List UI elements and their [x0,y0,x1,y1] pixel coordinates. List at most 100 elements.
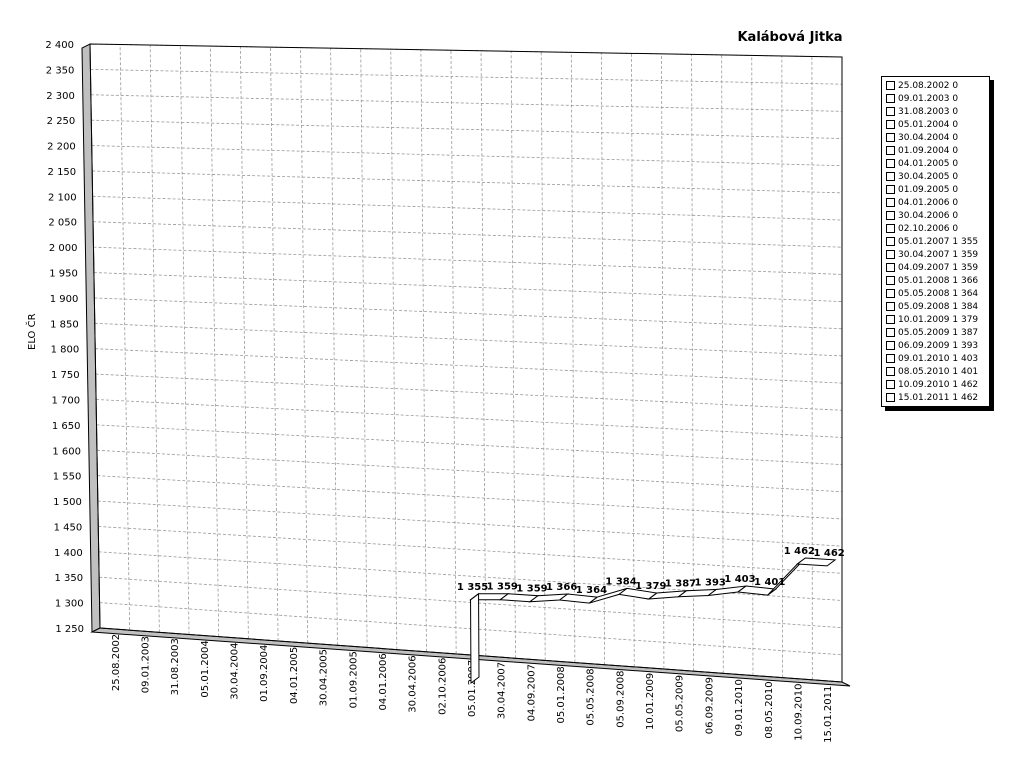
y-tick-label: 1 650 [52,421,81,432]
y-tick-label: 1 850 [50,319,79,330]
legend-item: 15.01.2011 1 462 [882,391,989,404]
legend-label: 05.09.2008 1 384 [898,301,979,312]
data-label: 1 401 [754,577,785,588]
legend-swatch [886,94,895,103]
legend-item: 08.05.2010 1 401 [882,365,989,378]
legend-label: 01.09.2004 0 [898,145,959,156]
legend-swatch [886,328,895,337]
legend-item: 05.01.2004 0 [882,118,989,131]
y-tick-label: 2 150 [48,167,77,178]
legend-label: 15.01.2011 1 462 [898,392,979,403]
data-label: 1 366 [546,582,577,593]
legend-item: 10.01.2009 1 379 [882,313,989,326]
y-tick-label: 1 450 [54,522,83,533]
legend-swatch [886,172,895,181]
y-tick-label: 1 300 [55,599,84,610]
legend-label: 05.05.2008 1 364 [898,288,979,299]
legend-swatch [886,237,895,246]
data-label: 1 355 [457,582,488,593]
legend-swatch [886,133,895,142]
x-tick-label: 30.04.2006 [408,655,419,712]
x-tick-label: 09.01.2010 [734,679,745,736]
chart-legend: 25.08.2002 0 09.01.2003 0 31.08.2003 0 05.0… [881,76,990,407]
x-tick-label: 04.09.2007 [526,664,537,721]
legend-item: 09.01.2010 1 403 [882,352,989,365]
legend-swatch [886,341,895,350]
legend-swatch [886,289,895,298]
x-tick-label: 01.09.2005 [348,651,359,708]
y-tick-label: 2 400 [45,40,74,51]
y-tick-label: 1 350 [54,573,83,584]
legend-swatch [886,250,895,259]
y-tick-label: 1 700 [51,395,80,406]
x-tick-label: 30.04.2004 [230,642,241,699]
legend-item: 31.08.2003 0 [882,105,989,118]
x-tick-label: 30.04.2005 [319,649,330,706]
legend-label: 30.04.2006 0 [898,210,959,221]
x-tick-label: 05.05.2008 [586,668,597,725]
series-drop [470,592,480,684]
x-tick-label: 05.05.2009 [675,675,686,732]
legend-swatch [886,380,895,389]
legend-label: 01.09.2005 0 [898,184,959,195]
y-tick-label: 2 350 [46,65,75,76]
data-label: 1 462 [784,546,815,557]
legend-item: 06.09.2009 1 393 [882,339,989,352]
y-tick-label: 1 250 [55,624,84,635]
legend-item: 02.10.2006 0 [882,222,989,235]
data-label: 1 403 [724,574,755,585]
y-tick-label: 1 800 [51,345,80,356]
data-label: 1 393 [695,577,726,588]
legend-item: 09.01.2003 0 [882,92,989,105]
y-tick-label: 2 100 [48,192,77,203]
legend-item: 05.01.2007 1 355 [882,235,989,248]
data-label: 1 359 [516,584,547,595]
legend-item: 01.09.2005 0 [882,183,989,196]
legend-swatch [886,107,895,116]
x-tick-label: 10.01.2009 [645,673,656,730]
x-tick-label: 02.10.2006 [437,658,448,715]
legend-label: 05.05.2009 1 387 [898,327,979,338]
series-segment [795,557,837,567]
legend-label: 10.01.2009 1 379 [898,314,979,325]
x-tick-label: 05.01.2004 [200,640,211,697]
legend-label: 30.04.2005 0 [898,171,959,182]
legend-label: 09.01.2003 0 [898,93,959,104]
data-label: 1 364 [576,585,607,596]
legend-swatch [886,224,895,233]
chart-plot: 1 250 1 300 1 350 1 400 1 450 1 500 1 550 1 600… [45,40,851,743]
legend-label: 05.01.2004 0 [898,119,959,130]
legend-item: 01.09.2004 0 [882,144,989,157]
legend-label: 25.08.2002 0 [898,80,959,91]
x-tick-label: 05.09.2008 [615,671,626,728]
legend-swatch [886,185,895,194]
legend-item: 10.09.2010 1 462 [882,378,989,391]
x-tick-label: 04.01.2005 [289,647,300,704]
y-tick-label: 1 950 [49,269,78,280]
legend-item: 04.09.2007 1 359 [882,261,989,274]
y-tick-label: 1 600 [52,446,81,457]
legend-label: 10.09.2010 1 462 [898,379,979,390]
legend-swatch [886,211,895,220]
legend-label: 05.01.2008 1 366 [898,275,979,286]
legend-swatch [886,367,895,376]
data-label: 1 379 [635,581,666,592]
legend-label: 04.09.2007 1 359 [898,262,979,273]
data-label: 1 462 [813,548,844,559]
legend-swatch [886,302,895,311]
legend-item: 30.04.2005 0 [882,170,989,183]
y-tick-label: 2 300 [46,91,75,102]
legend-item: 30.04.2006 0 [882,209,989,222]
y-tick-label: 1 550 [53,472,82,483]
x-tick-label: 15.01.2011 [823,686,834,743]
legend-item: 04.01.2006 0 [882,196,989,209]
legend-swatch [886,315,895,324]
legend-swatch [886,146,895,155]
legend-swatch [886,393,895,402]
legend-item: 25.08.2002 0 [882,79,989,92]
y-tick-label: 1 400 [54,548,83,559]
y-tick-label: 2 000 [49,243,78,254]
data-label: 1 359 [487,582,518,593]
x-tick-label: 05.01.2008 [556,666,567,723]
y-tick-label: 2 250 [47,116,76,127]
